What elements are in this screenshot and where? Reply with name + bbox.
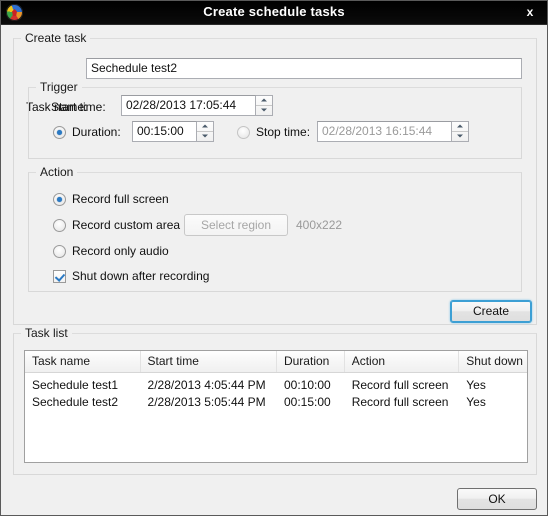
stop-time-spinner-up[interactable] [452,122,468,132]
cell-task-name: Sechedule test2 [32,395,119,409]
create-task-legend: Create task [21,31,91,45]
task-list-view[interactable]: Task name Start time Duration Action Shu… [24,350,528,463]
task-list-group: Task list Task name Start time Duration … [13,326,537,475]
column-header-shut-down[interactable]: Shut down [459,351,527,372]
table-row[interactable]: Sechedule test2 2/28/2013 5:05:44 PM 00:… [25,394,527,411]
cell-start-time: 2/28/2013 4:05:44 PM [147,378,266,392]
stop-time-label: Stop time: [256,125,311,139]
task-name-input[interactable]: Sechedule test2 [86,58,522,79]
cell-task-name: Sechedule test1 [32,378,119,392]
column-header-duration[interactable]: Duration [277,351,345,372]
shut-down-after-recording-label: Shut down after recording [72,269,210,283]
column-header-start-time[interactable]: Start time [141,351,277,372]
start-time-spinner-up[interactable] [256,96,272,106]
window-title: Create schedule tasks [203,4,345,19]
trigger-legend: Trigger [36,80,82,94]
start-time-label: Start time: [51,100,106,114]
create-schedule-tasks-dialog: Create schedule tasks x Create task Task… [0,0,548,516]
task-list-legend: Task list [21,326,72,340]
record-custom-area-label: Record custom area [72,218,181,232]
duration-spinner[interactable] [197,121,214,142]
region-size-label: 400x222 [296,218,343,232]
start-time-spinner-down[interactable] [256,106,272,116]
cell-action: Record full screen [351,378,449,392]
create-button[interactable]: Create [450,300,532,323]
cell-action: Record full screen [351,395,449,409]
task-list-header: Task name Start time Duration Action Shu… [25,351,527,373]
stop-time-spinner-down[interactable] [452,132,468,142]
column-header-action[interactable]: Action [345,351,460,372]
record-full-screen-radio[interactable] [53,193,66,206]
start-time-input[interactable]: 02/28/2013 17:05:44 [121,95,256,116]
create-task-group: Create task Task name: Sechedule test2 T… [13,31,537,325]
trigger-group: Trigger Start time: 02/28/2013 17:05:44 … [28,80,522,159]
record-full-screen-label: Record full screen [72,192,169,206]
column-header-task-name[interactable]: Task name [25,351,141,372]
duration-input[interactable]: 00:15:00 [132,121,197,142]
ok-button[interactable]: OK [457,488,537,510]
shut-down-after-recording-checkbox[interactable] [53,270,66,283]
cell-start-time: 2/28/2013 5:05:44 PM [147,395,266,409]
duration-label: Duration: [72,125,121,139]
action-legend: Action [36,165,78,179]
start-time-spinner[interactable] [256,95,273,116]
record-custom-area-radio[interactable] [53,219,66,232]
cell-shut-down: Yes [466,378,486,392]
action-group: Action Record full screen Record custom … [28,165,522,292]
record-only-audio-radio[interactable] [53,245,66,258]
stop-time-radio[interactable] [237,126,250,139]
duration-spinner-down[interactable] [197,132,213,142]
stop-time-input[interactable]: 02/28/2013 16:15:44 [317,121,452,142]
stop-time-spinner[interactable] [452,121,469,142]
table-row[interactable]: Sechedule test1 2/28/2013 4:05:44 PM 00:… [25,377,527,394]
cell-shut-down: Yes [466,395,486,409]
cell-duration: 00:10:00 [283,378,331,392]
close-icon[interactable]: x [517,3,543,22]
title-bar[interactable]: Create schedule tasks x [1,1,547,25]
duration-radio[interactable] [53,126,66,139]
duration-spinner-up[interactable] [197,122,213,132]
cell-duration: 00:15:00 [283,395,331,409]
record-only-audio-label: Record only audio [72,244,169,258]
select-region-button[interactable]: Select region [184,214,288,236]
